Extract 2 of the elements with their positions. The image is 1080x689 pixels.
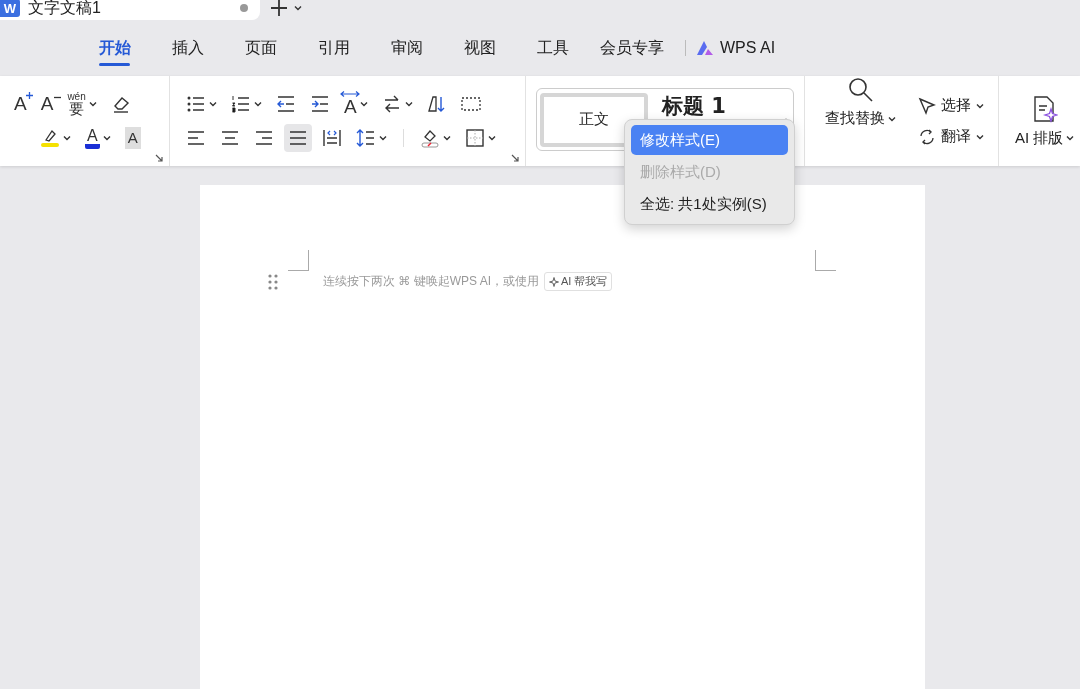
app-logo: W: [0, 0, 20, 17]
placeholder-hint: 连续按下两次 ⌘ 键唤起WPS AI，或使用: [323, 273, 539, 290]
